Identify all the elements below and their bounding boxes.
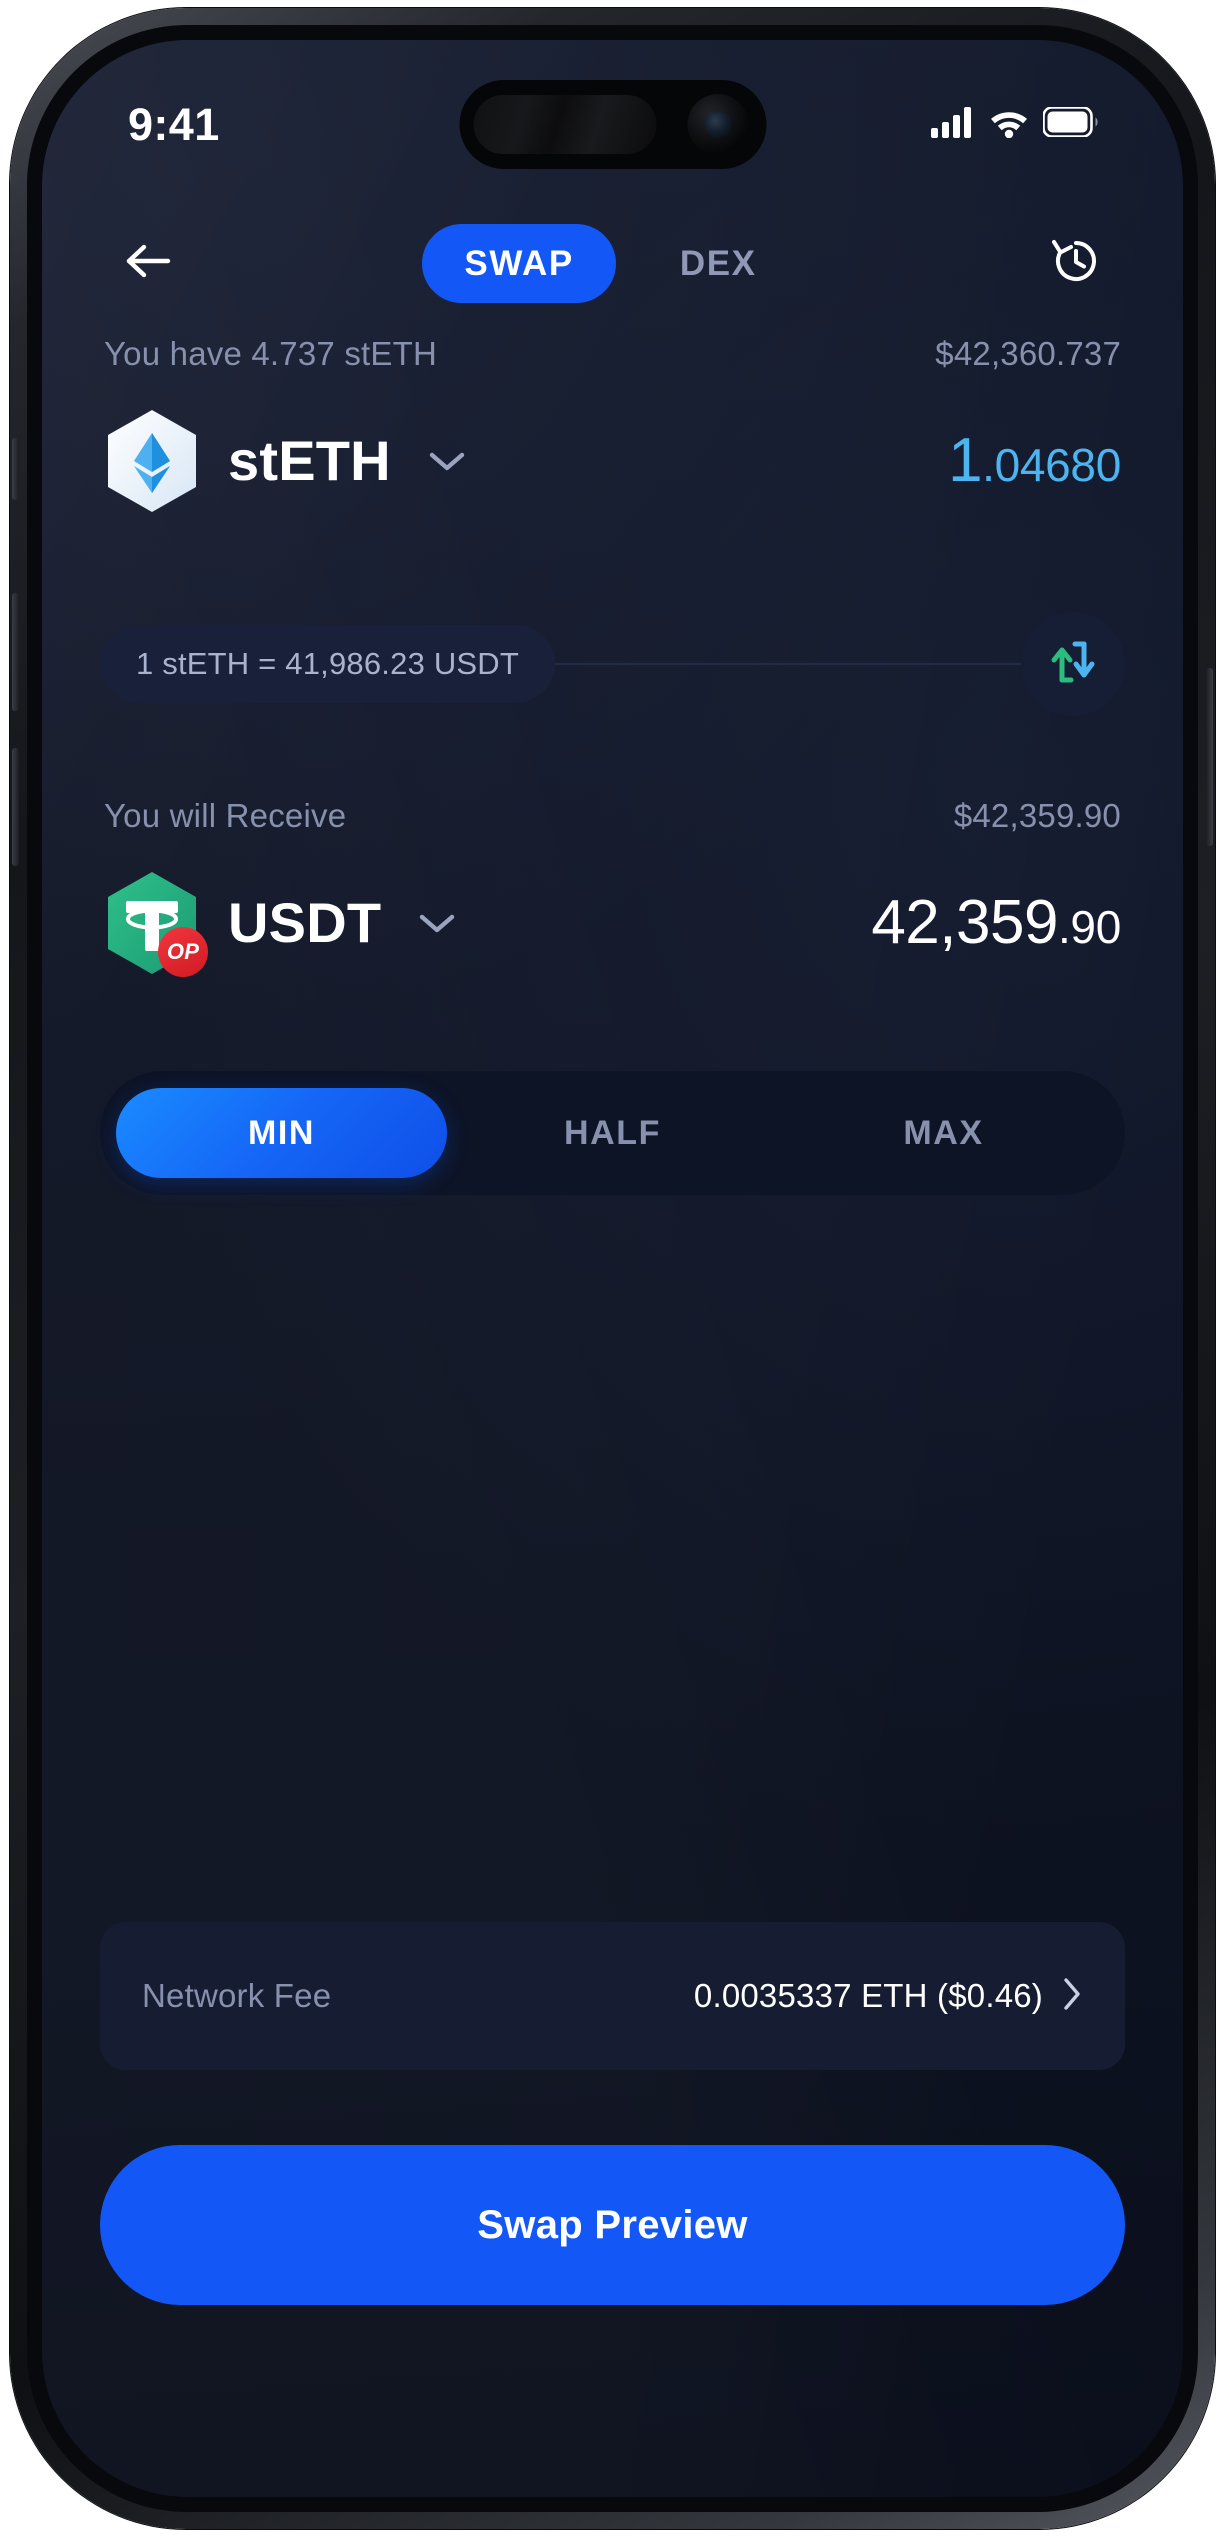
swap-direction-button[interactable] <box>1021 612 1125 716</box>
rate-strip: 1 stETH = 41,986.23 USDT <box>100 609 1125 719</box>
receive-amount-integer: 42,359 <box>871 888 1058 957</box>
pay-token-symbol: stETH <box>228 429 391 492</box>
network-fee-value: 0.0035337 ETH ($0.46) <box>693 1977 1043 2014</box>
preset-half[interactable]: HALF <box>447 1088 778 1178</box>
receive-token-row: OP USDT 42,359.90 <box>100 871 1125 977</box>
receive-amount[interactable]: 42,359.90 <box>871 892 1121 954</box>
phone-screen: 9:41 SWAP DEX You have 4.737 stETH $42,3… <box>42 40 1183 2497</box>
pay-amount[interactable]: 1.04680 <box>948 430 1121 492</box>
phone-frame: 9:41 SWAP DEX You have 4.737 stETH $42,3… <box>10 8 1215 2529</box>
receive-meta-row: You will Receive $42,359.90 <box>100 797 1125 835</box>
volume-up-button[interactable] <box>12 593 19 711</box>
silence-switch[interactable] <box>12 438 19 500</box>
rate-connector-line <box>555 663 1023 665</box>
receive-label: You will Receive <box>104 797 347 834</box>
preset-min[interactable]: MIN <box>116 1088 447 1178</box>
pay-token-selector[interactable]: stETH <box>104 409 467 513</box>
pay-token-row: stETH 1.04680 <box>100 409 1125 513</box>
pay-amount-decimal: .04680 <box>982 439 1121 491</box>
pay-balance-label: You have 4.737 stETH <box>104 335 438 372</box>
swap-body: You have 4.737 stETH $42,360.737 stETH 1… <box>42 335 1183 2497</box>
chevron-down-icon <box>417 910 457 936</box>
network-fee-right: 0.0035337 ETH ($0.46) <box>694 1976 1083 2017</box>
earpiece-speaker <box>473 95 656 154</box>
status-time: 9:41 <box>128 99 220 150</box>
battery-icon <box>1042 106 1099 142</box>
swap-preview-button[interactable]: Swap Preview <box>100 2145 1125 2305</box>
exchange-rate-pill: 1 stETH = 41,986.23 USDT <box>100 625 556 703</box>
front-camera-icon <box>687 94 748 155</box>
history-clock-icon <box>1048 233 1104 294</box>
wifi-icon <box>988 106 1030 143</box>
history-button[interactable] <box>1039 226 1113 300</box>
status-icons <box>931 106 1099 143</box>
mode-tabs: SWAP DEX <box>182 223 1039 303</box>
tether-usdt-icon: OP <box>104 871 208 977</box>
receive-fiat-value: $42,359.90 <box>953 797 1121 834</box>
amount-preset-group: MIN HALF MAX <box>100 1071 1125 1195</box>
receive-token-selector[interactable]: OP USDT <box>104 871 457 977</box>
screenshot-root: 9:41 SWAP DEX You have 4.737 stETH $42,3… <box>0 0 1225 2537</box>
back-arrow-icon <box>124 241 174 286</box>
cellular-signal-icon <box>931 106 975 143</box>
dynamic-island <box>459 80 766 169</box>
pay-amount-integer: 1 <box>948 426 983 495</box>
pay-fiat-value: $42,360.737 <box>935 335 1121 372</box>
receive-amount-decimal: .90 <box>1057 901 1121 953</box>
back-button[interactable] <box>112 226 186 300</box>
network-fee-row[interactable]: Network Fee 0.0035337 ETH ($0.46) <box>100 1922 1125 2070</box>
receive-token-symbol: USDT <box>228 891 382 954</box>
app-header: SWAP DEX <box>42 214 1183 312</box>
lido-steth-icon <box>104 409 200 513</box>
preset-max[interactable]: MAX <box>778 1088 1109 1178</box>
power-button[interactable] <box>1206 668 1213 846</box>
tab-dex[interactable]: DEX <box>638 224 799 303</box>
chevron-right-icon <box>1061 1976 1083 2017</box>
volume-down-button[interactable] <box>12 748 19 866</box>
chevron-down-icon <box>427 448 467 474</box>
tab-swap[interactable]: SWAP <box>422 223 616 303</box>
swap-vertical-arrows-icon <box>1047 636 1099 693</box>
network-fee-label: Network Fee <box>142 1977 332 2014</box>
pay-meta-row: You have 4.737 stETH $42,360.737 <box>100 335 1125 373</box>
optimism-network-badge: OP <box>158 927 208 977</box>
